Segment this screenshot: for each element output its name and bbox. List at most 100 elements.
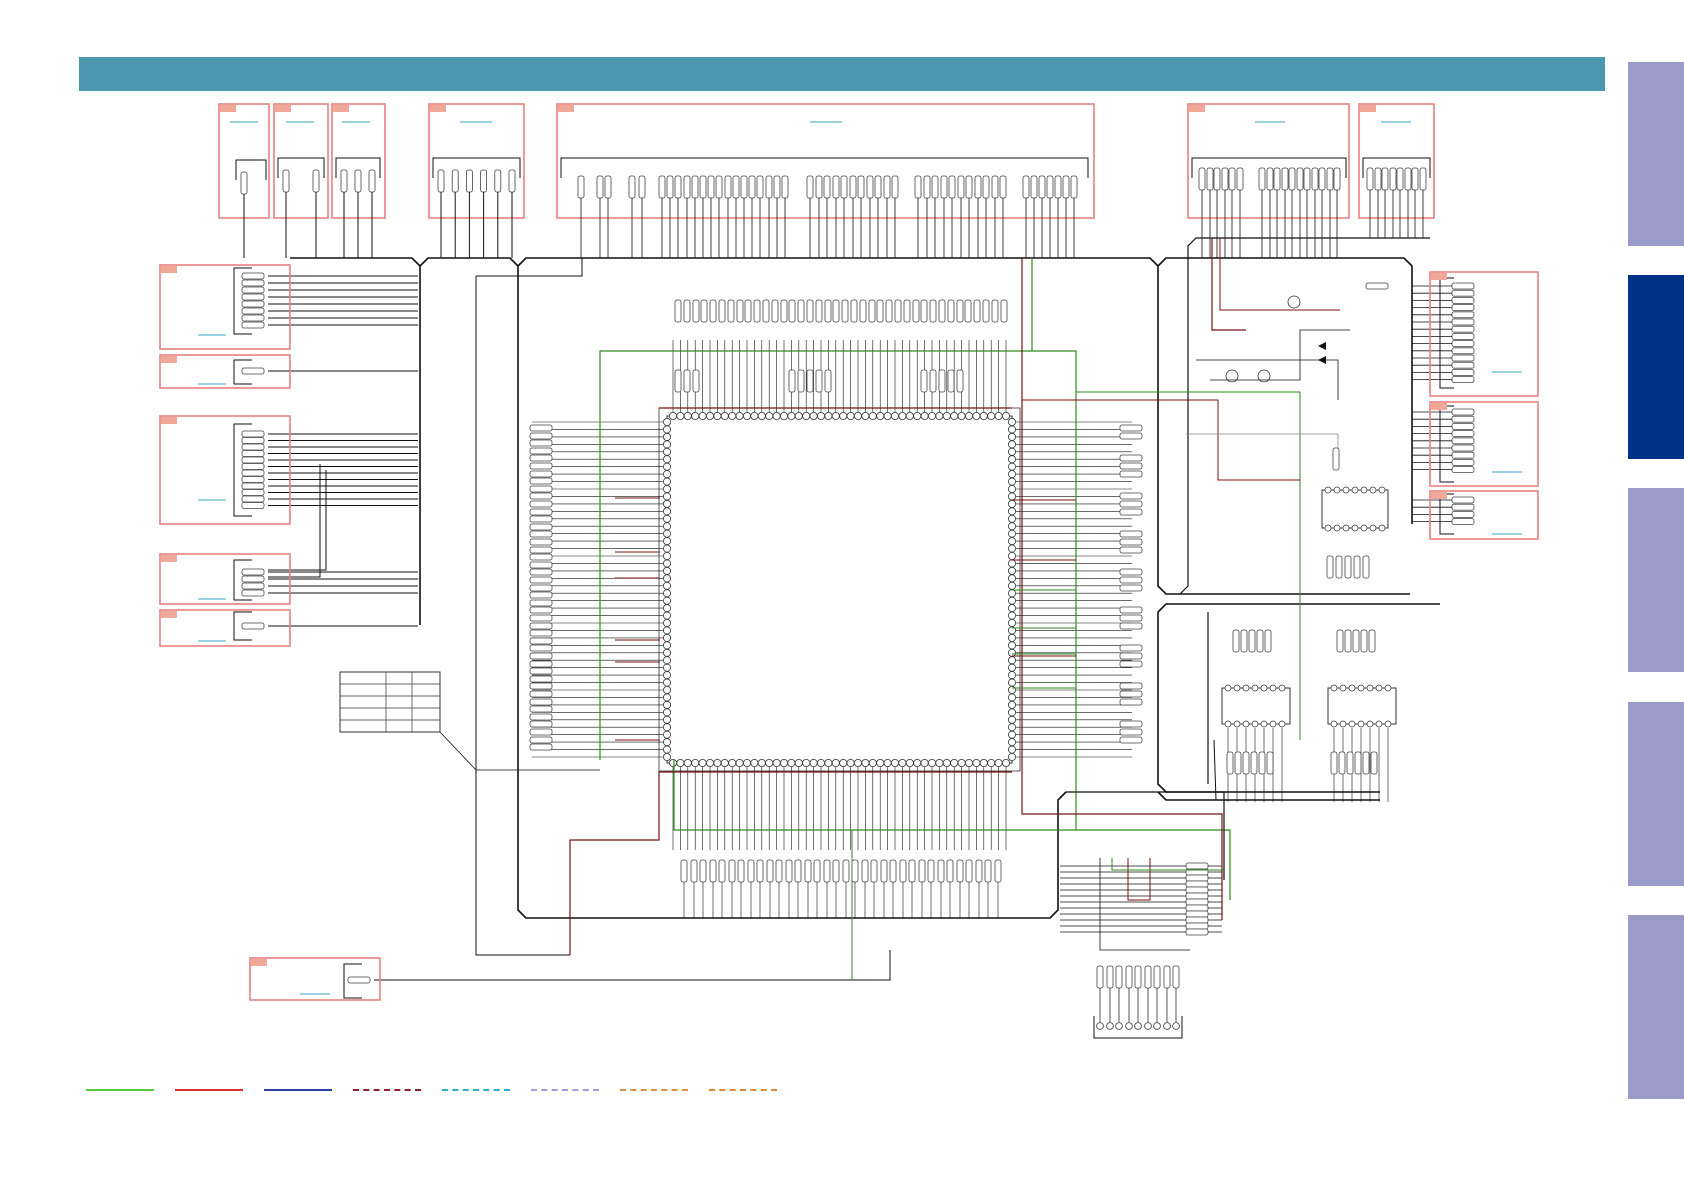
connector-pin	[596, 175, 604, 199]
resistor	[938, 299, 946, 323]
connector-pin	[1451, 340, 1475, 348]
ic-pin	[663, 581, 672, 590]
resistor	[918, 859, 926, 883]
connector-pin	[1213, 167, 1221, 191]
resistor	[1185, 916, 1209, 924]
top-connector	[560, 157, 1089, 178]
ic-pin	[663, 738, 672, 747]
resistor	[709, 299, 717, 323]
connector-pin	[241, 293, 265, 301]
block-tag	[220, 105, 236, 112]
resistor	[841, 299, 849, 323]
block-outline	[428, 103, 525, 219]
resistor	[1256, 629, 1264, 653]
connector-pin	[724, 175, 732, 199]
connector-pin	[241, 568, 265, 576]
ic-pin	[1008, 723, 1017, 732]
ic-pin	[891, 759, 900, 768]
table-outline	[339, 671, 441, 733]
ic-pin	[1008, 619, 1017, 628]
connector-block	[556, 103, 1095, 219]
ic-pin	[1366, 684, 1374, 692]
legend-item	[531, 1082, 599, 1098]
ic-pin	[831, 759, 840, 768]
connector-pin	[1451, 444, 1475, 452]
transistor	[1287, 295, 1301, 309]
resistor	[938, 369, 946, 393]
resistor	[785, 859, 793, 883]
resistor	[1368, 629, 1376, 653]
ic-pin	[735, 411, 744, 420]
resistor	[861, 859, 869, 883]
connector-pin	[1228, 167, 1236, 191]
ic-pin	[1269, 684, 1277, 692]
ic-pin	[663, 507, 672, 516]
connector-pin	[1451, 430, 1475, 438]
ic-pin	[663, 656, 672, 665]
connector-pin	[1451, 325, 1475, 333]
resistor	[766, 859, 774, 883]
ic-pin	[994, 759, 1003, 768]
connector-pin	[1115, 1022, 1123, 1030]
resistor	[529, 523, 553, 531]
connector-pin	[1451, 408, 1475, 416]
connector-pin	[1451, 354, 1475, 362]
block-outline	[159, 415, 291, 525]
ic-pin	[1008, 544, 1017, 553]
resistor	[788, 299, 796, 323]
ic-pin	[817, 411, 826, 420]
resistor	[529, 705, 553, 713]
connector-pin	[1451, 311, 1475, 319]
connector-pin	[241, 589, 265, 597]
resistor	[529, 492, 553, 500]
ic-pin	[1224, 684, 1232, 692]
ic-pin	[663, 432, 672, 441]
ic-pin	[913, 411, 922, 420]
connector-pin	[1451, 368, 1475, 376]
ic-pin	[1269, 720, 1277, 728]
resistor	[529, 584, 553, 592]
ic-pin	[663, 522, 672, 531]
ic-pin	[1008, 678, 1017, 687]
connector-pin	[240, 171, 248, 195]
ic-pin	[663, 604, 672, 613]
connector-pin	[1451, 466, 1475, 474]
connector-pin	[368, 169, 376, 193]
block-outline	[1187, 103, 1350, 219]
ic-pin	[663, 730, 672, 739]
ic-pin	[965, 411, 974, 420]
ic-pin	[928, 759, 937, 768]
resistor	[753, 299, 761, 323]
ic-pin	[1008, 753, 1017, 762]
resistor	[1119, 736, 1143, 744]
connector-pin	[241, 437, 265, 444]
resistor	[1248, 629, 1256, 653]
connector-pin	[241, 367, 265, 375]
connector-pin	[874, 175, 882, 199]
ic-pin	[1278, 684, 1286, 692]
ic-pin	[802, 411, 811, 420]
resistor	[832, 859, 840, 883]
connector-pin	[1451, 503, 1475, 511]
resistor	[529, 538, 553, 546]
resistor	[1115, 965, 1123, 989]
connector-bracket	[432, 157, 521, 178]
resistor	[683, 369, 691, 393]
resistor	[1125, 965, 1133, 989]
resistor	[1153, 965, 1161, 989]
connector-pin	[241, 495, 265, 503]
connector-pin	[241, 321, 265, 329]
resistor	[762, 299, 770, 323]
connector-pin	[1451, 437, 1475, 445]
wire	[1186, 433, 1339, 448]
resistor	[1353, 555, 1361, 579]
ic-pin	[663, 529, 672, 538]
resistor	[1119, 622, 1143, 630]
resistor	[1185, 922, 1209, 930]
ic-pin	[1002, 759, 1011, 768]
ic-pin	[663, 753, 672, 762]
resistor	[806, 299, 814, 323]
ic-pin	[868, 759, 877, 768]
resistor	[529, 561, 553, 569]
resistor	[1360, 629, 1368, 653]
